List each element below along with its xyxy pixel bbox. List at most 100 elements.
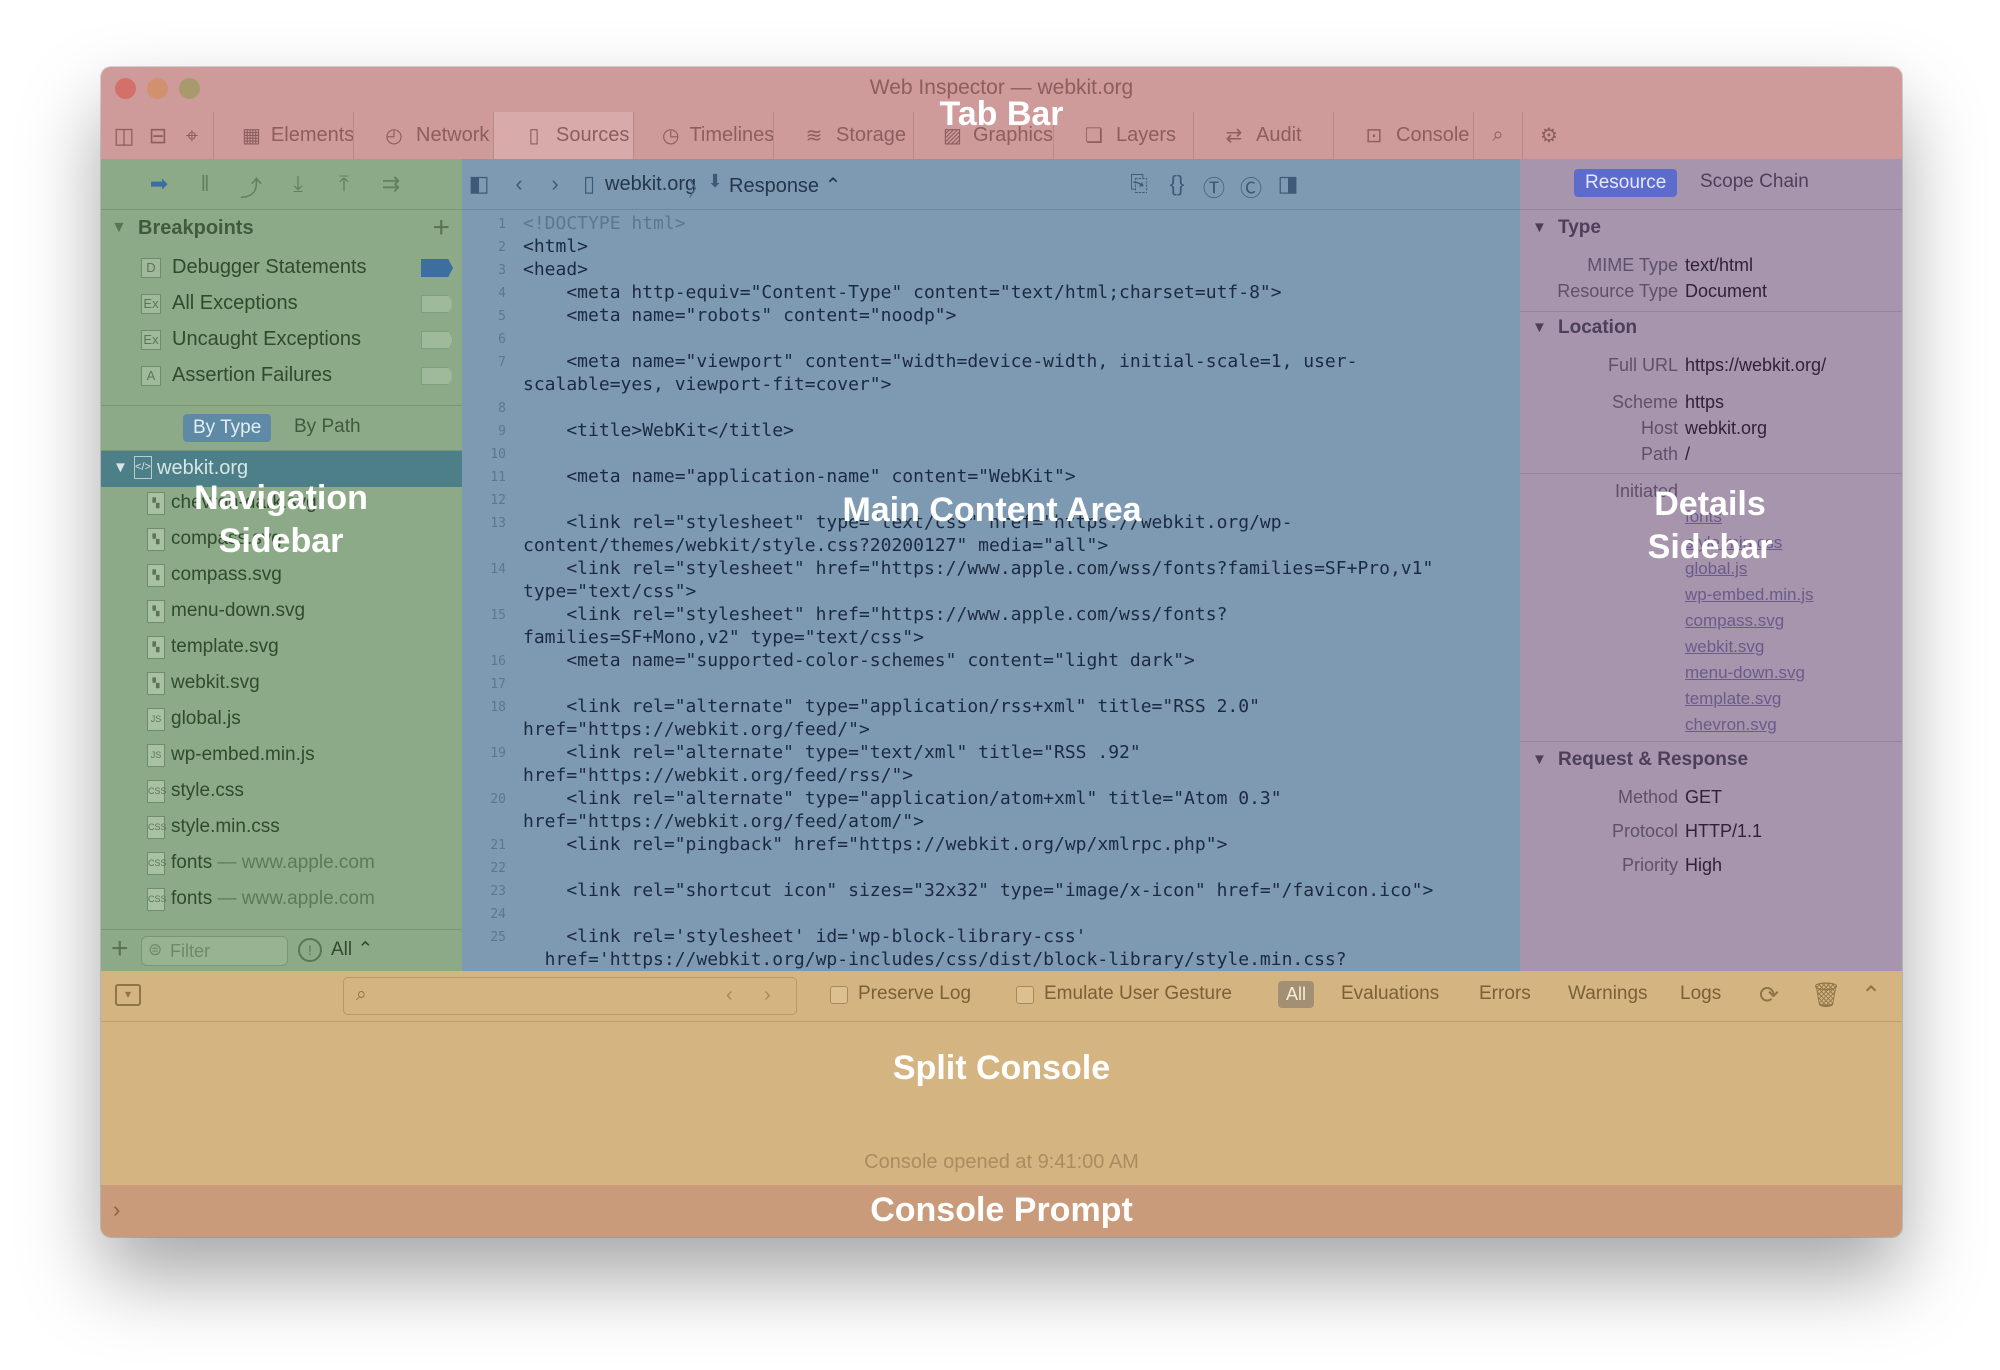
errors-filter-icon[interactable]: ! — [298, 938, 322, 962]
tab-sources[interactable]: ▯ Sources — [493, 112, 633, 159]
reload-icon[interactable]: ⟳ — [1759, 981, 1779, 1010]
forward-arrow-icon[interactable]: › — [542, 171, 568, 197]
line-number[interactable]: 7 — [462, 355, 506, 370]
expand-console-icon[interactable]: ⌃ — [1861, 981, 1881, 1010]
file-item[interactable]: ▚ compass.svg — [101, 561, 462, 589]
source-code-view[interactable]: 1 <!DOCTYPE html> 2 <html> 3 <head> 4 <meta ht… — [462, 209, 1520, 971]
tab-network[interactable]: ◴ Network — [353, 112, 493, 159]
file-item[interactable]: CSS style.css — [101, 777, 462, 805]
line-number[interactable]: 19 — [462, 746, 506, 761]
line-number[interactable]: 13 — [462, 516, 506, 531]
line-number[interactable]: 20 — [462, 792, 506, 807]
file-item[interactable]: CSS style.min.css — [101, 813, 462, 841]
breadcrumb-mode-select[interactable]: Response ⌃ — [729, 173, 841, 198]
file-item[interactable]: ▚ menu-down.svg — [101, 597, 462, 625]
line-number[interactable]: 3 — [462, 263, 506, 278]
breakpoint-flag-icon[interactable] — [421, 331, 453, 349]
add-resource-button[interactable]: + — [111, 932, 129, 966]
filter-all-button[interactable]: All — [1278, 981, 1315, 1008]
pretty-print-icon[interactable]: {} — [1164, 171, 1190, 197]
line-number[interactable]: 16 — [462, 654, 506, 669]
breakpoint-uncaught-exceptions[interactable]: Ex Uncaught Exceptions — [101, 325, 462, 361]
filter-warnings-button[interactable]: Warnings — [1568, 983, 1648, 1005]
initiated-link[interactable]: menu-down.svg — [1685, 663, 1805, 683]
console-prompt[interactable]: › Console Prompt — [101, 1185, 1902, 1237]
line-number[interactable]: 12 — [462, 493, 506, 508]
tab-timelines[interactable]: ◷ Timelines — [633, 112, 774, 159]
breakpoints-toggle-icon[interactable]: ➡ — [145, 171, 173, 197]
line-number[interactable]: 22 — [462, 861, 506, 876]
element-picker-icon[interactable]: ⌖ — [179, 124, 205, 148]
breakpoint-flag-icon[interactable] — [421, 367, 453, 385]
line-number[interactable]: 25 — [462, 930, 506, 945]
tab-audit[interactable]: ⇄ Audit — [1193, 112, 1333, 159]
toggle-details-sidebar-icon[interactable]: ◨ — [1275, 171, 1301, 197]
type-icon[interactable]: Ⓣ — [1201, 171, 1227, 203]
emulate-user-gesture-checkbox[interactable] — [1016, 986, 1034, 1004]
breakpoint-all-exceptions[interactable]: Ex All Exceptions — [101, 289, 462, 325]
copy-icon[interactable]: ⎘ — [1126, 171, 1152, 197]
pause-icon[interactable]: ‖ — [191, 171, 219, 197]
line-number[interactable]: 5 — [462, 309, 506, 324]
tab-elements[interactable]: ▦ Elements — [213, 112, 354, 159]
tab-resource[interactable]: Resource — [1574, 169, 1678, 197]
breakpoint-debugger-statements[interactable]: D Debugger Statements — [101, 253, 462, 289]
add-breakpoint-button[interactable]: + — [432, 211, 450, 245]
next-match-icon[interactable]: › — [764, 984, 771, 1007]
initiated-link[interactable]: wp-embed.min.js — [1685, 585, 1814, 605]
preserve-log-checkbox[interactable] — [830, 986, 848, 1004]
console-search-input[interactable]: ⌕ ‹ › — [343, 977, 797, 1015]
filter-errors-button[interactable]: Errors — [1479, 983, 1531, 1005]
breakpoint-assertion-failures[interactable]: A Assertion Failures — [101, 361, 462, 397]
line-number[interactable]: 15 — [462, 608, 506, 623]
clear-log-icon[interactable]: 🗑 — [1811, 981, 1841, 1010]
line-number[interactable]: 11 — [462, 470, 506, 485]
file-item[interactable]: JS wp-embed.min.js — [101, 741, 462, 769]
scope-select[interactable]: All ⌃ — [331, 938, 373, 961]
line-number[interactable]: 14 — [462, 562, 506, 577]
previous-match-icon[interactable]: ‹ — [726, 984, 733, 1007]
tab-console[interactable]: ⊡ Console — [1333, 112, 1473, 159]
filter-evaluations-button[interactable]: Evaluations — [1341, 983, 1439, 1005]
line-number[interactable]: 1 — [462, 217, 506, 232]
line-number[interactable]: 10 — [462, 447, 506, 462]
toggle-navigation-sidebar-icon[interactable]: ◧ — [466, 171, 492, 197]
initiated-link[interactable]: chevron.svg — [1685, 715, 1777, 735]
initiated-link[interactable]: webkit.svg — [1685, 637, 1764, 657]
settings-tab[interactable]: ⚙ — [1522, 112, 1576, 159]
initiated-link[interactable]: template.svg — [1685, 689, 1781, 709]
step-into-icon[interactable]: ⤓ — [284, 171, 312, 197]
breakpoints-header[interactable]: ▼ Breakpoints + — [101, 211, 462, 253]
breakpoint-flag-icon[interactable] — [421, 259, 453, 277]
filter-input[interactable]: ⊜ Filter — [141, 936, 288, 966]
file-item[interactable]: JS global.js — [101, 705, 462, 733]
line-number[interactable]: 23 — [462, 884, 506, 899]
dock-side-icon[interactable]: ◫ — [111, 124, 137, 148]
back-arrow-icon[interactable]: ‹ — [506, 171, 532, 197]
line-number[interactable]: 24 — [462, 907, 506, 922]
file-item[interactable]: ▚ webkit.svg — [101, 669, 462, 697]
line-number[interactable]: 17 — [462, 677, 506, 692]
step-icon[interactable]: ⇉ — [377, 171, 405, 197]
step-over-icon[interactable]: ⤴ — [237, 171, 265, 203]
file-item[interactable]: ▚ template.svg — [101, 633, 462, 661]
hide-console-icon[interactable]: ▾ — [115, 984, 141, 1006]
initiated-link[interactable]: compass.svg — [1685, 611, 1784, 631]
dock-bottom-icon[interactable]: ⊟ — [145, 124, 171, 148]
search-tab[interactable]: ⌕ — [1473, 112, 1522, 159]
line-number[interactable]: 21 — [462, 838, 506, 853]
line-number[interactable]: 9 — [462, 424, 506, 439]
breadcrumb-resource[interactable]: webkit.org — [605, 173, 696, 196]
line-number[interactable]: 4 — [462, 286, 506, 301]
group-by-type-button[interactable]: By Type — [183, 414, 272, 442]
line-number[interactable]: 8 — [462, 401, 506, 416]
line-number[interactable]: 2 — [462, 240, 506, 255]
file-item[interactable]: CSS fonts — www.apple.com — [101, 849, 462, 877]
line-number[interactable]: 6 — [462, 332, 506, 347]
group-by-path-button[interactable]: By Path — [294, 416, 361, 438]
file-item[interactable]: CSS fonts — www.apple.com — [101, 885, 462, 913]
filter-logs-button[interactable]: Logs — [1680, 983, 1721, 1005]
breakpoint-flag-icon[interactable] — [421, 295, 453, 313]
line-number[interactable]: 18 — [462, 700, 506, 715]
tab-scope-chain[interactable]: Scope Chain — [1700, 171, 1809, 193]
